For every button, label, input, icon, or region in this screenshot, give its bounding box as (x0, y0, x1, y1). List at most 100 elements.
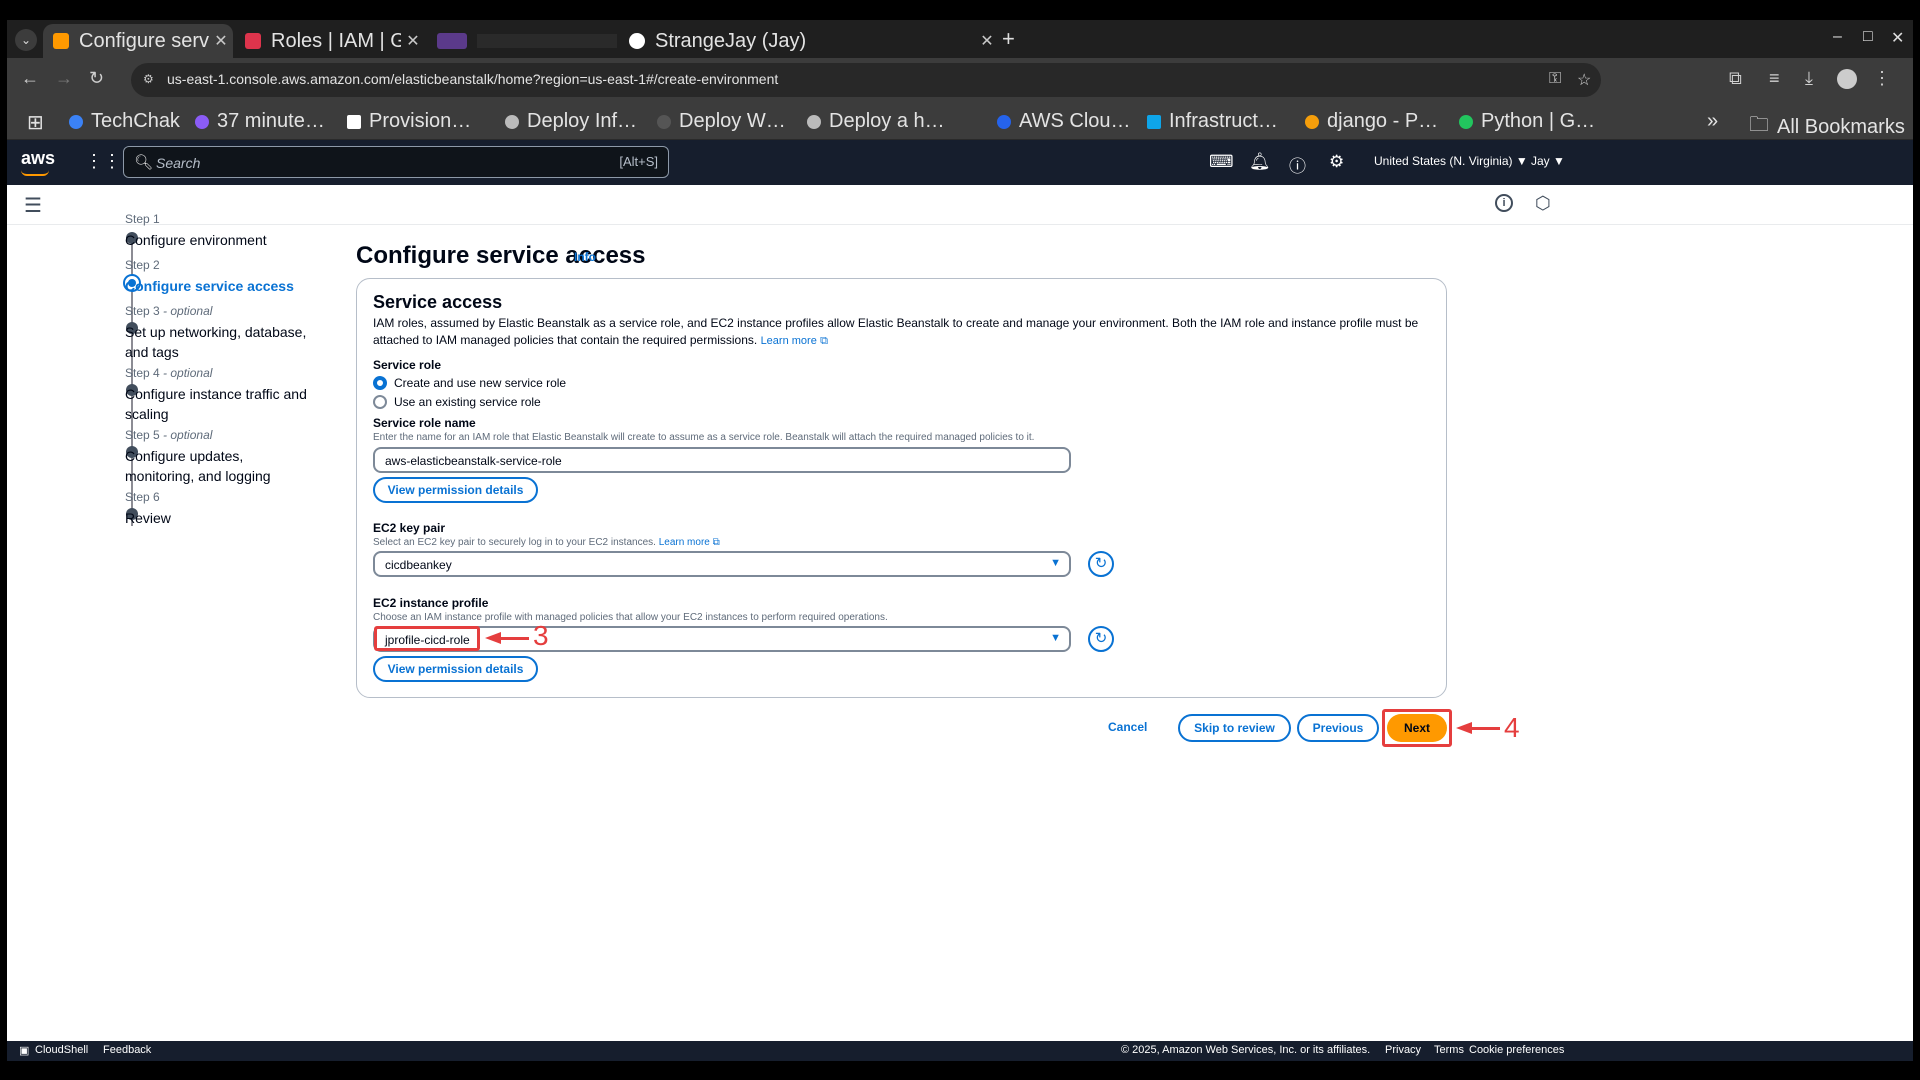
cloudshell-link[interactable]: CloudShell (35, 1044, 88, 1056)
step-1[interactable]: Step 1 Configure environment (125, 212, 315, 250)
bookmark-item[interactable]: TechChak (69, 110, 180, 133)
search-icon: 🔍︎ (134, 154, 154, 171)
service-access-card: Service access IAM roles, assumed by Ela… (356, 278, 1447, 698)
role-name-label: Service role name (373, 416, 476, 430)
bookmarks-bar: ⊞ TechChak 37 minute… Provision… Deploy … (7, 102, 1913, 140)
dropdown-caret-icon: ▼ (1050, 557, 1061, 569)
aws-favicon-icon (53, 33, 69, 49)
bookmark-item[interactable]: Deploy a h… (807, 110, 945, 133)
bookmark-item[interactable]: AWS Clou… (997, 110, 1131, 133)
bookmark-item[interactable]: 37 minute… (195, 110, 325, 133)
search-shortcut: [Alt+S] (619, 154, 658, 169)
close-tab-icon[interactable]: ✕ (209, 31, 233, 51)
cancel-button[interactable]: Cancel (1108, 720, 1147, 734)
radio-create-new-role[interactable]: Create and use new service role (373, 376, 566, 390)
annotation-box-4 (1382, 709, 1452, 747)
step-5[interactable]: Step 5 - optional Configure updates, mon… (125, 428, 315, 486)
info-link[interactable]: Info (574, 250, 596, 264)
info-panel-icon[interactable]: i (1495, 194, 1513, 212)
bookmark-item[interactable]: Provision… (347, 110, 471, 133)
all-bookmarks[interactable]: 🗀 All Bookmarks (1749, 110, 1905, 144)
aws-logo[interactable]: aws (21, 148, 55, 169)
settings-gear-icon[interactable]: ⚙ (1329, 152, 1344, 172)
bookmark-icon (195, 114, 209, 129)
privacy-link[interactable]: Privacy (1385, 1044, 1421, 1056)
more-menu-icon[interactable]: ⋮ (1873, 68, 1891, 89)
step-4[interactable]: Step 4 - optional Configure instance tra… (125, 366, 315, 424)
forward-icon[interactable]: → (55, 68, 73, 89)
radio-unselected[interactable] (373, 395, 387, 409)
site-info-icon[interactable]: ⚙ (143, 72, 157, 86)
tab-configure-service[interactable]: Configure service a ✕ (43, 24, 233, 58)
step-2[interactable]: Step 2 Configure service access (125, 258, 315, 296)
aws-logo-smile (21, 170, 49, 176)
bookmark-item[interactable]: Infrastruct… (1147, 110, 1278, 133)
apps-grid-icon[interactable]: ⊞ (27, 110, 44, 135)
key-icon[interactable]: ⚿ (1549, 70, 1561, 88)
previous-button[interactable]: Previous (1297, 714, 1379, 742)
profile-avatar[interactable] (1837, 69, 1857, 89)
bookmarks-overflow[interactable]: » (1707, 110, 1718, 133)
tab-redacted[interactable] (427, 24, 617, 58)
globe-icon (807, 114, 821, 129)
cloudshell-footer-icon[interactable]: ▣ (19, 1044, 29, 1057)
close-window-icon[interactable]: ✕ (1891, 28, 1904, 48)
card-title: Service access (373, 292, 503, 312)
bookmark-star-icon[interactable]: ☆ (1577, 70, 1591, 90)
hamburger-menu-icon[interactable]: ☰ (24, 193, 42, 218)
bookmark-icon (657, 114, 671, 129)
tab-github[interactable]: StrangeJay (Jay) ✕ (619, 24, 999, 58)
tab-search-icon[interactable]: ⌄ (15, 29, 37, 51)
omnibox[interactable]: ⚙ us-east-1.console.aws.amazon.com/elast… (131, 63, 1601, 97)
step-6[interactable]: Step 6 Review (125, 490, 315, 528)
bookmark-item[interactable]: Python | G… (1459, 110, 1595, 133)
radio-selected[interactable] (373, 376, 387, 390)
role-name-input[interactable]: aws-elasticbeanstalk-service-role (373, 447, 1071, 473)
page-title: Configure service access (356, 242, 646, 269)
bookmark-item[interactable]: Deploy Inf… (505, 110, 637, 133)
learn-more-link[interactable]: Learn more (761, 335, 817, 347)
close-tab-icon[interactable]: ✕ (975, 31, 999, 51)
extensions-icon[interactable]: ⧉ (1729, 68, 1742, 89)
maximize-icon[interactable]: □ (1863, 28, 1873, 46)
reload-icon[interactable]: ↻ (89, 68, 104, 89)
redacted-favicon-icon (437, 33, 467, 49)
cloudshell-icon[interactable]: ⌨ (1209, 152, 1234, 172)
minimize-icon[interactable]: – (1833, 28, 1842, 46)
key-pair-label: EC2 key pair (373, 521, 446, 535)
tab-bar: ⌄ Configure service a ✕ Roles | IAM | Gl… (7, 20, 1913, 58)
bookmark-item[interactable]: Deploy W… (657, 110, 786, 133)
refresh-key-pairs-icon[interactable]: ↻ (1088, 551, 1114, 577)
bookmark-item[interactable]: django - P… (1305, 110, 1438, 133)
refresh-instance-profiles-icon[interactable]: ↻ (1088, 626, 1114, 652)
new-tab-icon[interactable]: + (1002, 26, 1015, 52)
reading-list-icon[interactable]: ≡ (1769, 68, 1780, 89)
help-icon[interactable]: ⓘ (1289, 152, 1306, 177)
radio-existing-role[interactable]: Use an existing service role (373, 395, 541, 409)
view-permission-details-button[interactable]: View permission details (373, 477, 538, 503)
annotation-number-3: 3 (533, 620, 549, 651)
key-pair-select[interactable]: cicdbeankey ▼ (373, 551, 1071, 577)
feedback-link[interactable]: Feedback (103, 1044, 151, 1056)
tab-iam-roles[interactable]: Roles | IAM | Global ✕ (235, 24, 425, 58)
terms-link[interactable]: Terms (1434, 1044, 1464, 1056)
external-link-icon[interactable]: ⧉ (713, 537, 720, 548)
notifications-bell-icon[interactable]: 🔔︎ (1249, 152, 1271, 172)
skip-to-review-button[interactable]: Skip to review (1178, 714, 1291, 742)
annotation-number-4: 4 (1504, 712, 1520, 743)
region-selector[interactable]: United States (N. Virginia) ▼ (1374, 154, 1528, 168)
close-tab-icon[interactable]: ✕ (401, 31, 425, 51)
view-permission-details-button-2[interactable]: View permission details (373, 656, 538, 682)
aws-search-box[interactable]: 🔍︎ [Alt+S] (123, 146, 669, 178)
external-link-icon[interactable]: ⧉ (820, 335, 828, 347)
key-pair-learn-more-link[interactable]: Learn more (659, 537, 710, 548)
cookie-preferences-link[interactable]: Cookie preferences (1469, 1044, 1564, 1056)
browser-window: ⌄ Configure service a ✕ Roles | IAM | Gl… (7, 20, 1913, 1061)
account-menu[interactable]: Jay ▼ (1531, 154, 1565, 168)
download-icon[interactable]: ⤓ (1805, 68, 1813, 89)
search-input[interactable] (156, 152, 576, 174)
step-3[interactable]: Step 3 - optional Set up networking, dat… (125, 304, 315, 362)
side-panel-icon[interactable]: ⬡ (1535, 193, 1551, 214)
back-icon[interactable]: ← (21, 68, 39, 89)
url-text[interactable]: us-east-1.console.aws.amazon.com/elastic… (167, 71, 778, 87)
